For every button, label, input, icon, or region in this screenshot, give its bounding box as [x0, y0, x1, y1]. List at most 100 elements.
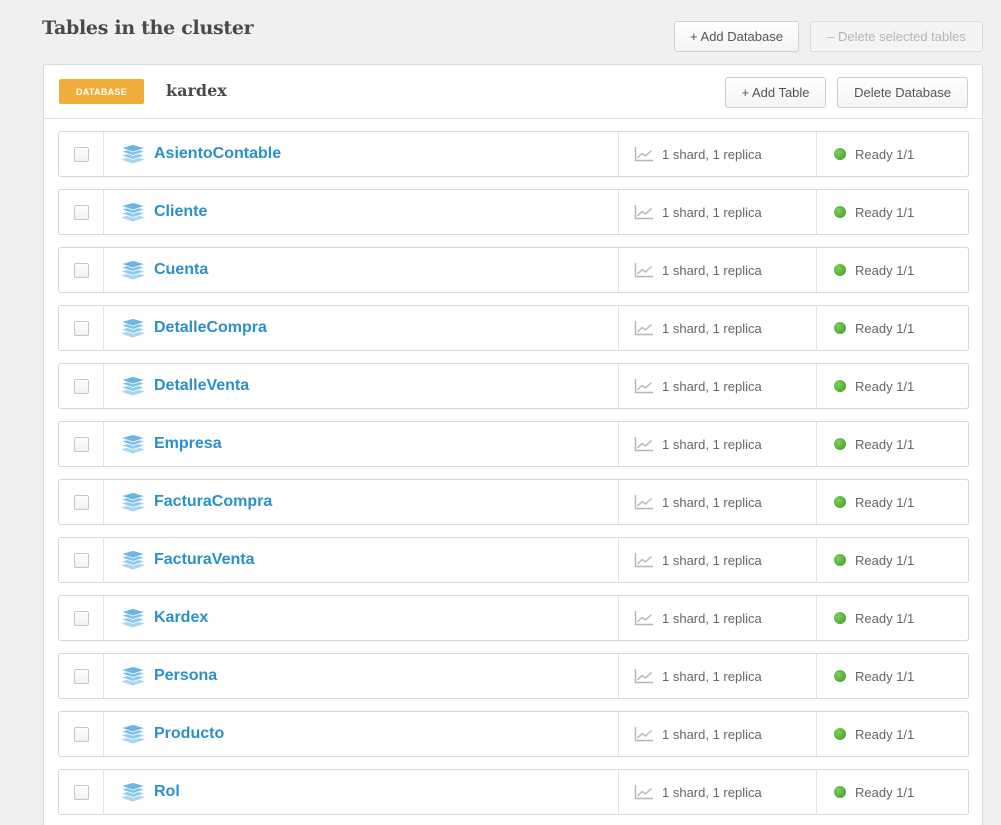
table-select-checkbox[interactable]	[73, 204, 89, 220]
line-chart-icon	[634, 785, 653, 800]
status-text: Ready 1/1	[855, 668, 915, 684]
status-ready-icon	[834, 206, 846, 218]
table-row: AsientoContable 1 shard, 1 replica Ready…	[58, 131, 969, 177]
status-ready-icon	[834, 728, 846, 740]
table-select-checkbox[interactable]	[73, 146, 89, 162]
table-select-checkbox[interactable]	[73, 610, 89, 626]
table-name-link[interactable]: Kardex	[154, 609, 208, 627]
stacked-layers-icon	[120, 144, 146, 164]
table-row: Cuenta 1 shard, 1 replica Ready 1/1	[58, 247, 969, 293]
status-text: Ready 1/1	[855, 784, 915, 800]
line-chart-icon	[634, 669, 653, 684]
table-select-checkbox[interactable]	[73, 552, 89, 568]
page: Tables in the cluster + Add Database – D…	[0, 0, 1001, 825]
database-panel: DATABASE kardex + Add Table Delete Datab…	[43, 64, 983, 825]
table-name-link[interactable]: Persona	[154, 667, 217, 685]
delete-selected-tables-button[interactable]: – Delete selected tables	[810, 21, 983, 52]
shards-text: 1 shard, 1 replica	[662, 552, 762, 568]
line-chart-icon	[634, 379, 653, 394]
status-ready-icon	[834, 322, 846, 334]
table-select-checkbox[interactable]	[73, 726, 89, 742]
shards-text: 1 shard, 1 replica	[662, 204, 762, 220]
status-ready-icon	[834, 380, 846, 392]
shards-cell: 1 shard, 1 replica	[619, 248, 817, 292]
table-select-checkbox[interactable]	[73, 262, 89, 278]
shards-text: 1 shard, 1 replica	[662, 436, 762, 452]
shards-text: 1 shard, 1 replica	[662, 494, 762, 510]
status-cell: Ready 1/1	[817, 306, 968, 350]
shards-text: 1 shard, 1 replica	[662, 784, 762, 800]
shards-text: 1 shard, 1 replica	[662, 378, 762, 394]
status-text: Ready 1/1	[855, 552, 915, 568]
table-select-checkbox[interactable]	[73, 436, 89, 452]
table-name-cell: DetalleVenta	[104, 364, 619, 408]
status-cell: Ready 1/1	[817, 770, 968, 814]
checkbox-cell	[59, 596, 104, 640]
stacked-layers-icon	[120, 202, 146, 222]
table-name-link[interactable]: Cuenta	[154, 261, 208, 279]
shards-text: 1 shard, 1 replica	[662, 668, 762, 684]
status-ready-icon	[834, 264, 846, 276]
table-name-link[interactable]: Empresa	[154, 435, 222, 453]
database-header: DATABASE kardex + Add Table Delete Datab…	[44, 65, 982, 119]
stacked-layers-icon	[120, 608, 146, 628]
status-ready-icon	[834, 148, 846, 160]
line-chart-icon	[634, 263, 653, 278]
table-select-checkbox[interactable]	[73, 378, 89, 394]
table-select-checkbox[interactable]	[73, 494, 89, 510]
table-list: AsientoContable 1 shard, 1 replica Ready…	[58, 131, 969, 825]
shards-cell: 1 shard, 1 replica	[619, 422, 817, 466]
page-title: Tables in the cluster	[42, 17, 254, 39]
status-text: Ready 1/1	[855, 262, 915, 278]
shards-cell: 1 shard, 1 replica	[619, 654, 817, 698]
checkbox-cell	[59, 480, 104, 524]
status-text: Ready 1/1	[855, 610, 915, 626]
table-name-link[interactable]: AsientoContable	[154, 145, 281, 163]
table-select-checkbox[interactable]	[73, 784, 89, 800]
delete-database-button[interactable]: Delete Database	[837, 77, 968, 108]
table-row: FacturaCompra 1 shard, 1 replica Ready 1…	[58, 479, 969, 525]
checkbox-cell	[59, 364, 104, 408]
table-row: Persona 1 shard, 1 replica Ready 1/1	[58, 653, 969, 699]
table-name-cell: Persona	[104, 654, 619, 698]
table-select-checkbox[interactable]	[73, 320, 89, 336]
status-text: Ready 1/1	[855, 146, 915, 162]
table-select-checkbox[interactable]	[73, 668, 89, 684]
status-cell: Ready 1/1	[817, 422, 968, 466]
table-name-link[interactable]: Cliente	[154, 203, 207, 221]
table-name-cell: Cuenta	[104, 248, 619, 292]
checkbox-cell	[59, 538, 104, 582]
status-cell: Ready 1/1	[817, 248, 968, 292]
stacked-layers-icon	[120, 492, 146, 512]
stacked-layers-icon	[120, 260, 146, 280]
add-database-button[interactable]: + Add Database	[674, 21, 799, 52]
status-ready-icon	[834, 786, 846, 798]
shards-text: 1 shard, 1 replica	[662, 320, 762, 336]
status-cell: Ready 1/1	[817, 480, 968, 524]
status-text: Ready 1/1	[855, 204, 915, 220]
table-name-cell: Rol	[104, 770, 619, 814]
status-ready-icon	[834, 438, 846, 450]
table-row: FacturaVenta 1 shard, 1 replica Ready 1/…	[58, 537, 969, 583]
shards-text: 1 shard, 1 replica	[662, 262, 762, 278]
checkbox-cell	[59, 306, 104, 350]
stacked-layers-icon	[120, 666, 146, 686]
add-table-button[interactable]: + Add Table	[725, 77, 826, 108]
table-name-link[interactable]: Rol	[154, 783, 180, 801]
table-row: Empresa 1 shard, 1 replica Ready 1/1	[58, 421, 969, 467]
line-chart-icon	[634, 553, 653, 568]
status-ready-icon	[834, 670, 846, 682]
table-name-link[interactable]: FacturaCompra	[154, 493, 272, 511]
table-name-link[interactable]: DetalleVenta	[154, 377, 249, 395]
table-name-cell: FacturaCompra	[104, 480, 619, 524]
checkbox-cell	[59, 248, 104, 292]
table-name-link[interactable]: Producto	[154, 725, 224, 743]
line-chart-icon	[634, 727, 653, 742]
table-name-link[interactable]: DetalleCompra	[154, 319, 267, 337]
checkbox-cell	[59, 422, 104, 466]
table-name-link[interactable]: FacturaVenta	[154, 551, 254, 569]
table-name-cell: DetalleCompra	[104, 306, 619, 350]
database-badge: DATABASE	[59, 79, 144, 104]
status-text: Ready 1/1	[855, 494, 915, 510]
table-name-cell: Empresa	[104, 422, 619, 466]
